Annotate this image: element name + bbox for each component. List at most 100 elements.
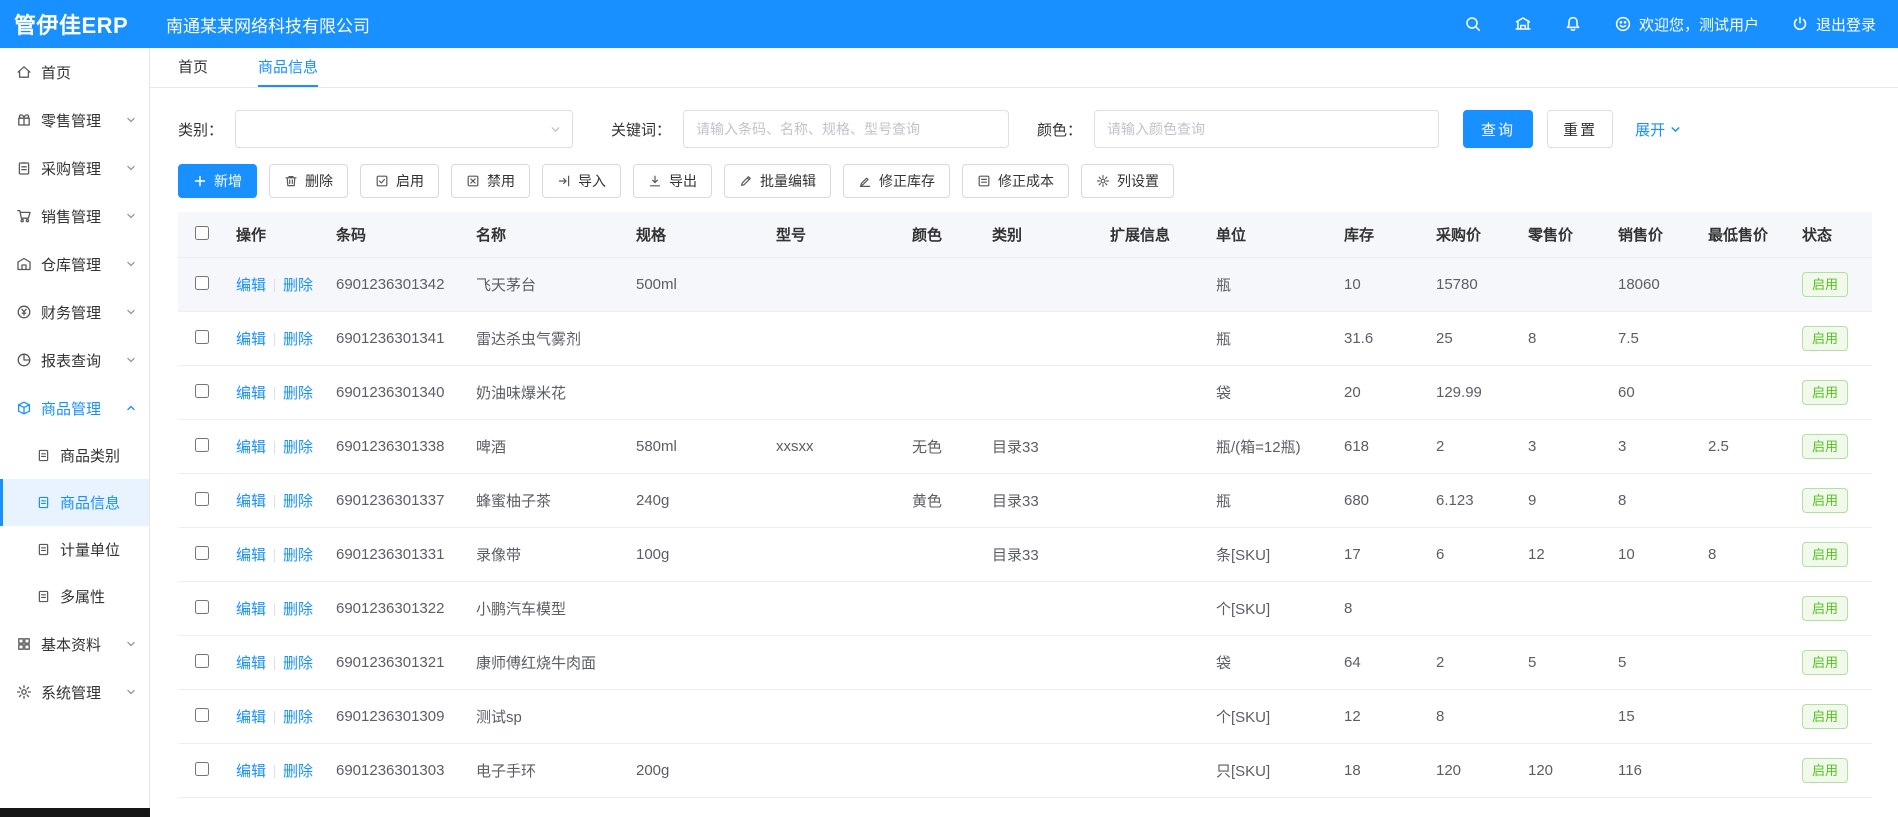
button-label: 列设置 — [1117, 171, 1159, 191]
sidebar-item-label: 销售管理 — [41, 206, 101, 227]
keyword-input[interactable] — [683, 110, 1009, 148]
status-badge: 启用 — [1802, 326, 1848, 351]
expand-filters-link[interactable]: 展开 — [1635, 119, 1682, 140]
import-button[interactable]: 导入 — [542, 164, 621, 198]
edit-link[interactable]: 编辑 — [236, 763, 266, 780]
import-icon — [557, 174, 571, 188]
sidebar-item-system[interactable]: 系统管理 — [0, 668, 149, 716]
row-checkbox[interactable] — [195, 546, 209, 560]
action-divider — [274, 603, 275, 616]
sidebar-item-home[interactable]: 首页 — [0, 48, 149, 96]
row-checkbox[interactable] — [195, 600, 209, 614]
export-icon — [648, 174, 662, 188]
table-cell — [902, 366, 982, 420]
table-cell — [626, 312, 766, 366]
tab-home[interactable]: 首页 — [178, 48, 208, 87]
row-checkbox[interactable] — [195, 438, 209, 452]
edit-link[interactable]: 编辑 — [236, 547, 266, 564]
expand-label: 展开 — [1635, 119, 1665, 140]
sidebar-item-multi-attribute[interactable]: 多属性 — [0, 573, 149, 620]
sidebar-item-warehouse[interactable]: 仓库管理 — [0, 240, 149, 288]
sidebar-item-basic-data[interactable]: 基本资料 — [0, 620, 149, 668]
table-cell: 电子手环 — [466, 744, 626, 798]
search-icon[interactable] — [1464, 15, 1482, 33]
table-cell: 目录33 — [982, 474, 1100, 528]
column-settings-button[interactable]: 列设置 — [1081, 164, 1174, 198]
table-row: 编辑删除6901236301340奶油味爆米花袋20129.9960启用 — [178, 366, 1872, 420]
chevron-down-icon — [125, 114, 137, 126]
enable-button[interactable]: 启用 — [360, 164, 439, 198]
delete-link[interactable]: 删除 — [283, 601, 313, 618]
table-cell: 9 — [1518, 474, 1608, 528]
add-button[interactable]: 新增 — [178, 164, 257, 198]
chevron-down-icon — [125, 162, 137, 174]
delete-link[interactable]: 删除 — [283, 763, 313, 780]
app-logo[interactable]: 管伊佳ERP — [0, 8, 150, 40]
reset-button[interactable]: 重置 — [1547, 110, 1613, 148]
table-cell: 瓶 — [1206, 258, 1334, 312]
table-cell: 目录33 — [982, 420, 1100, 474]
delete-link[interactable]: 删除 — [283, 439, 313, 456]
row-checkbox[interactable] — [195, 330, 209, 344]
edit-link[interactable]: 编辑 — [236, 331, 266, 348]
row-checkbox[interactable] — [195, 276, 209, 290]
bank-icon[interactable] — [1514, 15, 1532, 33]
edit-link[interactable]: 编辑 — [236, 385, 266, 402]
delete-link[interactable]: 删除 — [283, 493, 313, 510]
user-menu[interactable]: 欢迎您，测试用户 — [1614, 14, 1759, 35]
sidebar-item-retail[interactable]: 零售管理 — [0, 96, 149, 144]
table-cell — [1698, 636, 1792, 690]
row-checkbox-cell — [178, 528, 226, 582]
bell-icon[interactable] — [1564, 15, 1582, 33]
row-checkbox[interactable] — [195, 708, 209, 722]
edit-link[interactable]: 编辑 — [236, 277, 266, 294]
batch-edit-button[interactable]: 批量编辑 — [724, 164, 831, 198]
delete-link[interactable]: 删除 — [283, 277, 313, 294]
delete-link[interactable]: 删除 — [283, 709, 313, 726]
delete-link[interactable]: 删除 — [283, 655, 313, 672]
category-select[interactable] — [235, 110, 573, 148]
sidebar-item-measure-unit[interactable]: 计量单位 — [0, 526, 149, 573]
sidebar-item-label: 计量单位 — [60, 539, 120, 560]
table-cell — [982, 636, 1100, 690]
table-cell: 5 — [1518, 636, 1608, 690]
search-button[interactable]: 查询 — [1463, 110, 1533, 148]
edit-link[interactable]: 编辑 — [236, 439, 266, 456]
select-all-checkbox[interactable] — [195, 226, 209, 240]
delete-link[interactable]: 删除 — [283, 547, 313, 564]
row-checkbox[interactable] — [195, 384, 209, 398]
edit-link[interactable]: 编辑 — [236, 709, 266, 726]
company-name: 南通某某网络科技有限公司 — [166, 12, 370, 37]
action-divider — [274, 279, 275, 292]
edit-link[interactable]: 编辑 — [236, 601, 266, 618]
fix-stock-button[interactable]: 修正库存 — [843, 164, 950, 198]
table-cell: 10 — [1608, 528, 1698, 582]
sidebar-item-goods-category[interactable]: 商品类别 — [0, 432, 149, 479]
delete-button[interactable]: 删除 — [269, 164, 348, 198]
row-checkbox[interactable] — [195, 492, 209, 506]
status-cell: 启用 — [1792, 474, 1872, 528]
delete-link[interactable]: 删除 — [283, 385, 313, 402]
sidebar-item-purchase[interactable]: 采购管理 — [0, 144, 149, 192]
edit-link[interactable]: 编辑 — [236, 493, 266, 510]
sidebar-item-sales[interactable]: 销售管理 — [0, 192, 149, 240]
fix-cost-button[interactable]: 修正成本 — [962, 164, 1069, 198]
tab-goods-info[interactable]: 商品信息 — [258, 48, 318, 87]
edit-link[interactable]: 编辑 — [236, 655, 266, 672]
sidebar-item-goods-info[interactable]: 商品信息 — [0, 479, 149, 526]
export-button[interactable]: 导出 — [633, 164, 712, 198]
sidebar-item-finance[interactable]: 财务管理 — [0, 288, 149, 336]
sidebar-item-goods[interactable]: 商品管理 — [0, 384, 149, 432]
row-actions-cell: 编辑删除 — [226, 474, 326, 528]
table-cell — [1100, 420, 1206, 474]
row-checkbox[interactable] — [195, 654, 209, 668]
logout-button[interactable]: 退出登录 — [1791, 14, 1876, 35]
action-divider — [274, 711, 275, 724]
disable-button[interactable]: 禁用 — [451, 164, 530, 198]
action-divider — [274, 441, 275, 454]
color-input[interactable] — [1094, 110, 1439, 148]
row-checkbox[interactable] — [195, 762, 209, 776]
sidebar-item-report[interactable]: 报表查询 — [0, 336, 149, 384]
table-cell — [1698, 258, 1792, 312]
delete-link[interactable]: 删除 — [283, 331, 313, 348]
